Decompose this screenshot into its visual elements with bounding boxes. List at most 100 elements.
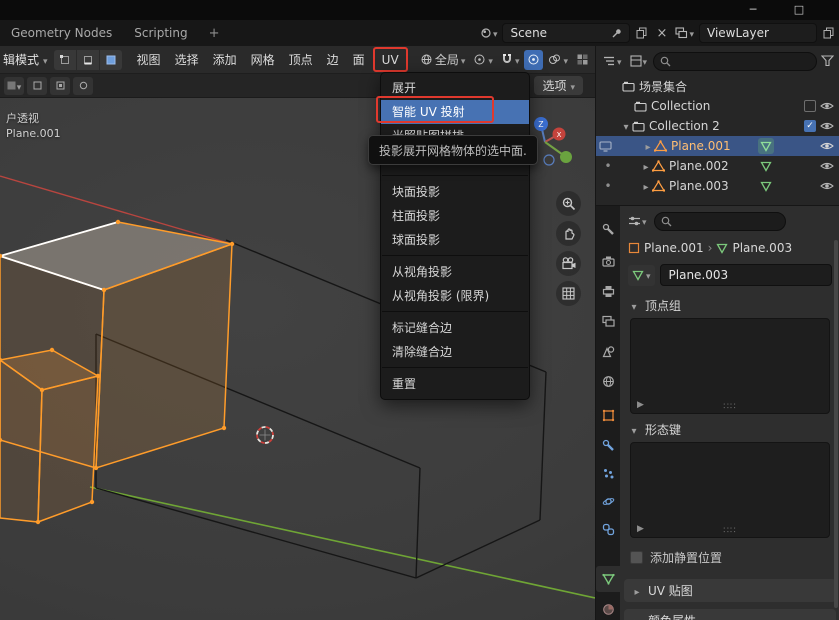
scene-name-field[interactable]: Scene bbox=[502, 23, 630, 43]
transform-orientation-selector[interactable]: 全局 bbox=[417, 50, 469, 70]
menu-add[interactable]: 添加 bbox=[206, 46, 244, 74]
rest-position-checkbox[interactable] bbox=[630, 551, 643, 564]
tab-scene[interactable] bbox=[596, 338, 620, 364]
viewlayer-name-field[interactable]: ViewLayer bbox=[699, 23, 817, 43]
workspace-tab-geometry-nodes[interactable]: Geometry Nodes bbox=[0, 20, 123, 46]
mesh-data-icon[interactable] bbox=[758, 138, 774, 154]
menu-item-project-from-view[interactable]: 从视角投影 bbox=[381, 260, 529, 284]
mesh-datablock-button[interactable] bbox=[628, 265, 655, 286]
menu-face[interactable]: 面 bbox=[346, 46, 372, 74]
tool-option-1-button[interactable] bbox=[27, 77, 47, 95]
shading-grid-toggle[interactable] bbox=[573, 50, 592, 70]
maximize-button[interactable]: □ bbox=[784, 0, 814, 20]
outliner-row-collection[interactable]: Collection bbox=[596, 96, 839, 116]
tool-option-2-button[interactable] bbox=[50, 77, 70, 95]
add-workspace-button[interactable]: + bbox=[199, 26, 230, 41]
outliner-search-input[interactable] bbox=[653, 52, 817, 71]
orthographic-grid-button[interactable] bbox=[556, 281, 581, 306]
tab-output[interactable] bbox=[596, 278, 620, 304]
proportional-edit-toggle[interactable] bbox=[524, 50, 543, 70]
expander-icon[interactable] bbox=[640, 179, 652, 193]
outliner-row-collection-2[interactable]: Collection 2 bbox=[596, 116, 839, 136]
tab-object-data[interactable] bbox=[596, 566, 620, 592]
expander-icon[interactable] bbox=[620, 119, 632, 133]
selected-mesh-plane001[interactable] bbox=[0, 220, 234, 524]
menu-item-project-from-view-bounds[interactable]: 从视角投影 (限界) bbox=[381, 284, 529, 308]
collection-exclude-checkbox[interactable] bbox=[804, 120, 816, 132]
pivot-point-selector[interactable] bbox=[470, 50, 496, 70]
outliner-editor-type-button[interactable] bbox=[601, 53, 624, 69]
edge-select-button[interactable] bbox=[77, 50, 99, 70]
mesh-data-icon[interactable] bbox=[758, 178, 774, 194]
outliner-display-mode-button[interactable] bbox=[628, 53, 650, 69]
properties-scrollbar[interactable] bbox=[834, 240, 838, 608]
tab-object[interactable] bbox=[596, 402, 620, 428]
mode-selector[interactable]: 辑模式 bbox=[0, 51, 54, 68]
tab-material[interactable] bbox=[596, 596, 620, 620]
menu-item-unwrap[interactable]: 展开 bbox=[381, 76, 529, 100]
outliner-row-plane-001[interactable]: Plane.001 bbox=[596, 136, 839, 156]
datablock-name-input[interactable]: Plane.003 bbox=[660, 264, 832, 286]
tab-physics[interactable] bbox=[596, 488, 620, 514]
outliner-row-plane-003[interactable]: Plane.003 bbox=[596, 176, 839, 196]
vertex-groups-header[interactable]: 顶点组 bbox=[620, 290, 839, 318]
active-tool-selector[interactable] bbox=[4, 77, 24, 95]
pan-hand-button[interactable] bbox=[556, 221, 581, 246]
uv-maps-panel-header[interactable]: UV 贴图 bbox=[624, 579, 836, 602]
vertex-select-button[interactable] bbox=[54, 50, 76, 70]
tab-modifiers[interactable] bbox=[596, 432, 620, 458]
tab-particles[interactable] bbox=[596, 460, 620, 486]
collection-exclude-checkbox[interactable] bbox=[804, 100, 816, 112]
camera-view-button[interactable] bbox=[556, 251, 581, 276]
workspace-tab-scripting[interactable]: Scripting bbox=[123, 20, 198, 46]
menu-uv[interactable]: UV bbox=[373, 47, 408, 72]
snap-selector[interactable] bbox=[498, 50, 523, 70]
menu-select[interactable]: 选择 bbox=[168, 46, 206, 74]
browse-viewlayer-button[interactable] bbox=[673, 25, 696, 41]
properties-search-input[interactable] bbox=[654, 212, 786, 231]
breadcrumb-object[interactable]: Plane.001 bbox=[644, 241, 704, 255]
outliner-row-plane-002[interactable]: Plane.002 bbox=[596, 156, 839, 176]
gizmo-neg-z-axis[interactable] bbox=[544, 155, 554, 165]
new-scene-button[interactable] bbox=[633, 23, 650, 43]
menu-item-smart-uv-project[interactable]: 智能 UV 投射 bbox=[381, 100, 529, 124]
menu-item-mark-seam[interactable]: 标记缝合边 bbox=[381, 316, 529, 340]
menu-view[interactable]: 视图 bbox=[130, 46, 168, 74]
browse-scene-button[interactable] bbox=[478, 25, 500, 41]
menu-vertex[interactable]: 顶点 bbox=[282, 46, 320, 74]
eye-icon[interactable] bbox=[820, 101, 834, 111]
pin-icon[interactable] bbox=[611, 28, 622, 39]
gizmo-y-axis[interactable] bbox=[560, 151, 572, 163]
breadcrumb-data[interactable]: Plane.003 bbox=[732, 241, 792, 255]
properties-editor-type-button[interactable] bbox=[626, 213, 649, 229]
menu-item-cube-projection[interactable]: 块面投影 bbox=[381, 180, 529, 204]
overlays-toggle[interactable] bbox=[545, 50, 571, 70]
eye-icon[interactable] bbox=[820, 121, 834, 131]
zoom-button[interactable] bbox=[556, 191, 581, 216]
new-viewlayer-button[interactable] bbox=[820, 23, 837, 43]
tab-view-layer[interactable] bbox=[596, 308, 620, 334]
eye-icon[interactable] bbox=[820, 181, 834, 191]
menu-edge[interactable]: 边 bbox=[320, 46, 346, 74]
viewport-options-button[interactable]: 选项 bbox=[534, 76, 583, 95]
expander-icon[interactable] bbox=[642, 139, 654, 153]
eye-icon[interactable] bbox=[820, 161, 834, 171]
specials-arrow-icon[interactable] bbox=[637, 400, 644, 410]
resize-grip-icon[interactable] bbox=[723, 526, 736, 536]
menu-item-clear-seam[interactable]: 清除缝合边 bbox=[381, 340, 529, 364]
shape-keys-list[interactable] bbox=[630, 442, 830, 538]
menu-item-reset[interactable]: 重置 bbox=[381, 372, 529, 396]
eye-icon[interactable] bbox=[820, 141, 834, 151]
tab-render[interactable] bbox=[596, 248, 620, 274]
unlink-scene-button[interactable]: × bbox=[653, 23, 670, 43]
face-select-button[interactable] bbox=[100, 50, 122, 70]
color-attributes-panel-header[interactable]: 颜色属性 bbox=[624, 609, 836, 620]
vertex-groups-list[interactable] bbox=[630, 318, 830, 414]
expander-icon[interactable] bbox=[640, 159, 652, 173]
resize-grip-icon[interactable] bbox=[723, 402, 736, 412]
menu-mesh[interactable]: 网格 bbox=[244, 46, 282, 74]
minimize-button[interactable]: ─ bbox=[738, 0, 768, 20]
shape-keys-header[interactable]: 形态键 bbox=[620, 414, 839, 442]
specials-arrow-icon[interactable] bbox=[637, 524, 644, 534]
mesh-data-icon[interactable] bbox=[758, 158, 774, 174]
